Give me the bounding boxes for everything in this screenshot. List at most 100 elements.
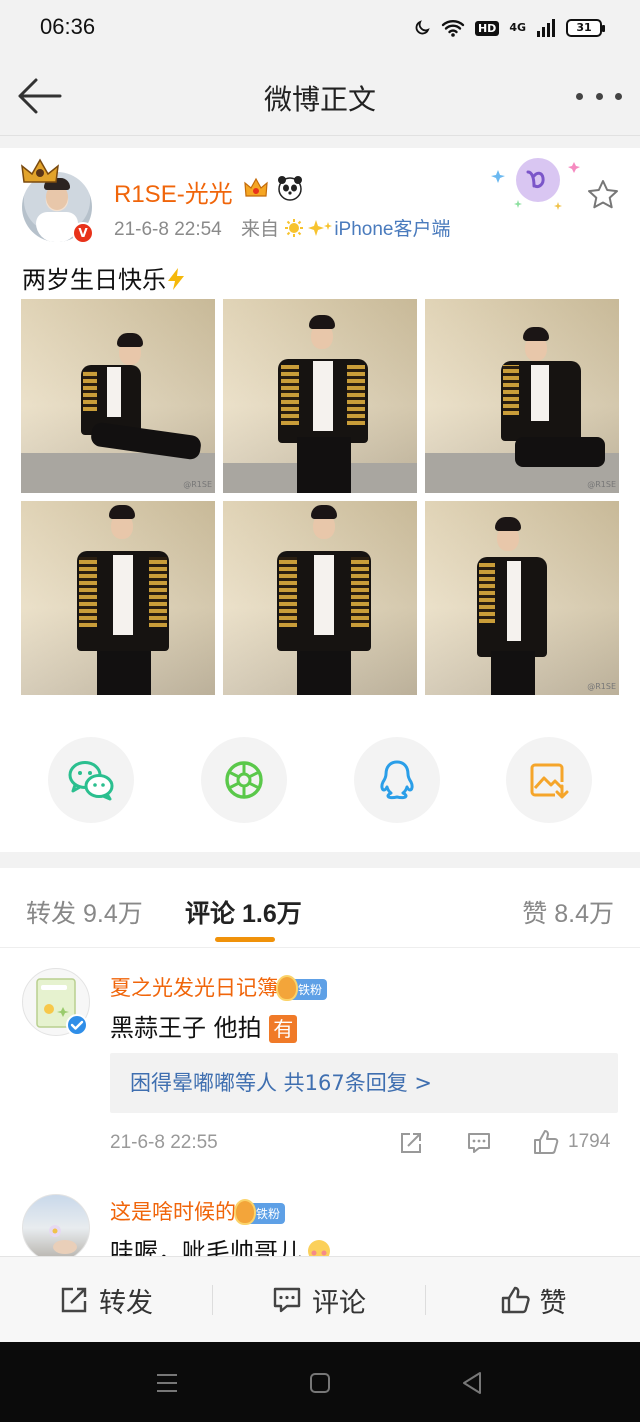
comment-like-button[interactable]: 1794 bbox=[532, 1128, 610, 1156]
post-text: 两岁生日快乐 bbox=[22, 260, 186, 295]
emoji-you-box: 有 bbox=[269, 1015, 298, 1043]
author-badges bbox=[242, 174, 304, 202]
tab-comment-label: 评论 bbox=[185, 900, 236, 928]
tab-comment[interactable]: 评论 1.6万 bbox=[185, 894, 302, 930]
comment-button-label: 评论 bbox=[312, 1287, 366, 1319]
capricorn-sticker-icon bbox=[491, 158, 580, 210]
save-image-button[interactable] bbox=[506, 737, 592, 823]
comment-text: 黑蒜王子 他拍 有 bbox=[110, 1008, 298, 1043]
sparkle-icon bbox=[285, 219, 333, 237]
thumbs-up-icon bbox=[534, 1130, 559, 1154]
signal-icon bbox=[537, 19, 555, 37]
photo-hair bbox=[109, 505, 135, 519]
wifi-icon bbox=[441, 20, 465, 37]
photo-braid bbox=[149, 557, 167, 627]
system-nav-bar bbox=[0, 1342, 640, 1422]
like-button[interactable]: 赞 bbox=[426, 1257, 640, 1343]
tab-like[interactable]: 赞 8.4万 bbox=[522, 894, 614, 930]
author-avatar[interactable]: V bbox=[21, 158, 94, 244]
photo-shirt bbox=[507, 561, 521, 641]
commenter-name-text: 这是啥时候的 bbox=[110, 1200, 236, 1224]
avatar-shirt bbox=[36, 212, 78, 242]
commenter-name[interactable]: 这是啥时候的 铁粉 bbox=[110, 1196, 286, 1226]
commenter-name-text: 夏之光发光日记簿 bbox=[110, 976, 278, 1000]
photo-hair bbox=[117, 333, 143, 347]
photo-braid bbox=[279, 557, 297, 627]
fan-badge: 铁粉 bbox=[275, 974, 328, 1001]
system-menu-button[interactable] bbox=[152, 1368, 182, 1398]
comment-button[interactable]: 评论 bbox=[213, 1257, 425, 1343]
comment-text: 哇喔，呲毛帅哥儿 bbox=[110, 1232, 332, 1258]
photo-braid bbox=[503, 365, 519, 415]
photo-braid bbox=[351, 557, 369, 627]
share-external-icon bbox=[401, 1133, 421, 1153]
post-meta: 21-6-8 22:54 来自 iPhone客户端 bbox=[114, 214, 451, 241]
share-moments-button[interactable] bbox=[201, 737, 287, 823]
comment-repost-button[interactable] bbox=[398, 1130, 424, 1156]
replies-summary-link[interactable]: 困得晕嘟嘟等人 共167条回复 > bbox=[110, 1053, 618, 1113]
photo-braid bbox=[281, 365, 299, 425]
tab-like-label: 赞 bbox=[522, 900, 548, 928]
commenter-name[interactable]: 夏之光发光日记簿 铁粉 bbox=[110, 972, 328, 1002]
more-dot-icon bbox=[595, 92, 603, 100]
status-time: 06:36 bbox=[40, 14, 96, 39]
crown-member-icon[interactable] bbox=[242, 174, 270, 202]
author-name[interactable]: R1SE-光光 bbox=[114, 174, 233, 209]
post-photo[interactable]: @R1SE bbox=[425, 501, 619, 695]
more-dot-icon bbox=[576, 92, 583, 100]
status-icons: HD 4G 31 bbox=[413, 15, 605, 41]
hd-badge: HD bbox=[474, 20, 500, 36]
photo-braid bbox=[479, 563, 495, 623]
menu-icon bbox=[157, 1374, 177, 1392]
triangle-back-icon bbox=[463, 1372, 481, 1394]
photo-hair bbox=[495, 517, 521, 531]
battery-icon: 31 bbox=[566, 19, 605, 37]
comment-like-count: 1794 bbox=[568, 1131, 611, 1152]
comment-reply-button[interactable] bbox=[466, 1130, 492, 1156]
photo-pants bbox=[297, 651, 351, 695]
save-image-icon bbox=[530, 763, 569, 799]
status-bar: 06:36 HD 4G 31 bbox=[0, 0, 640, 56]
photo-pants bbox=[515, 437, 605, 467]
commenter-avatar[interactable] bbox=[22, 1194, 90, 1258]
photo-shirt bbox=[113, 555, 133, 635]
share-wechat-button[interactable] bbox=[48, 737, 134, 823]
photo-pants bbox=[491, 651, 535, 695]
tab-repost-count: 9.4万 bbox=[82, 900, 143, 928]
post-photo[interactable] bbox=[223, 501, 417, 695]
post-photo[interactable]: @R1SE bbox=[21, 299, 215, 493]
post-source[interactable]: iPhone客户端 bbox=[284, 219, 451, 240]
source-prefix: 来自 bbox=[241, 219, 280, 240]
photo-shirt bbox=[313, 361, 333, 431]
comment-text-content: 哇喔，呲毛帅哥儿 bbox=[110, 1238, 302, 1258]
post-photo[interactable]: @R1SE bbox=[425, 299, 619, 493]
page-title: 微博正文 bbox=[263, 83, 376, 116]
repost-button[interactable]: 转发 bbox=[0, 1257, 212, 1343]
photo-grid: @R1SE @R1SE @R1SE bbox=[21, 299, 619, 695]
moon-icon bbox=[415, 20, 430, 35]
share-qq-button[interactable] bbox=[354, 737, 440, 823]
system-back-button[interactable] bbox=[458, 1368, 488, 1398]
tab-repost[interactable]: 转发 9.4万 bbox=[26, 894, 143, 930]
post-photo[interactable] bbox=[223, 299, 417, 493]
panda-icon[interactable] bbox=[276, 174, 304, 202]
comment-text-content: 黑蒜王子 他拍 bbox=[110, 1014, 262, 1042]
photo-hair bbox=[311, 505, 337, 519]
post-photo[interactable] bbox=[21, 501, 215, 695]
verified-blue-icon bbox=[66, 1014, 88, 1036]
comment-time: 21-6-8 22:55 bbox=[110, 1132, 218, 1153]
photo-pants bbox=[97, 651, 151, 695]
share-external-icon bbox=[61, 1287, 87, 1313]
photo-watermark: @R1SE bbox=[587, 682, 616, 691]
more-options-button[interactable] bbox=[576, 80, 622, 112]
chat-bubble-icon bbox=[468, 1133, 490, 1153]
photo-shirt bbox=[531, 365, 549, 421]
chat-bubble-icon bbox=[273, 1287, 301, 1313]
system-home-button[interactable] bbox=[305, 1368, 335, 1398]
photo-shirt bbox=[314, 555, 334, 635]
photo-watermark: @R1SE bbox=[587, 480, 616, 489]
favorite-button[interactable] bbox=[586, 178, 620, 212]
moments-icon bbox=[225, 761, 263, 799]
post-date: 21-6-8 22:54 bbox=[114, 219, 222, 240]
star-icon bbox=[588, 180, 618, 209]
